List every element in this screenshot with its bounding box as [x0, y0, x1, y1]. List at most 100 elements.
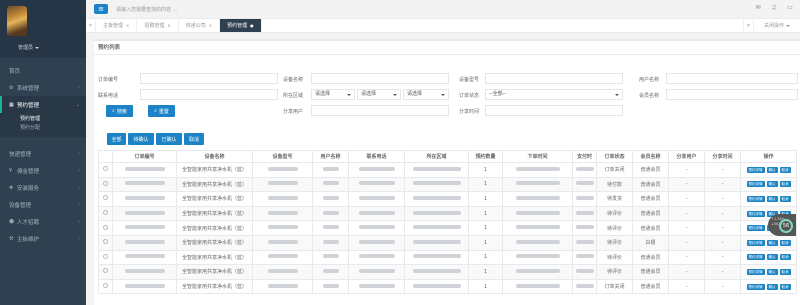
th-order-time[interactable]: 下单时间: [502, 150, 573, 163]
sidebar-item-system[interactable]: ⚙ 系统管理 ‹: [0, 79, 86, 96]
row-radio[interactable]: [103, 224, 108, 230]
share-user-input[interactable]: [311, 105, 449, 116]
network-speed-widget[interactable]: ↑1.3K/s ↓0K/s 56: [768, 214, 796, 236]
detail-button[interactable]: 预约详情: [746, 239, 765, 246]
username-input[interactable]: [666, 73, 798, 84]
cancel-button[interactable]: 取消: [779, 268, 791, 275]
cancel-button[interactable]: 取消: [779, 254, 791, 261]
city-select[interactable]: 请选择: [357, 89, 401, 100]
sidebar-item-reservation[interactable]: ▦ 预约管理 ⌄: [0, 96, 86, 113]
detail-button[interactable]: 预约详情: [746, 283, 765, 290]
avatar[interactable]: [7, 6, 27, 36]
sidebar-item-commission[interactable]: ¥ 佣金管理 ‹: [0, 162, 86, 179]
sidebar-item-device[interactable]: 设备管理 ‹: [0, 196, 86, 213]
row-radio[interactable]: [103, 283, 108, 289]
fullscreen-icon[interactable]: ▭: [786, 4, 794, 12]
device-model-input[interactable]: [485, 73, 623, 84]
tabs-scroll-right-button[interactable]: »: [742, 19, 753, 32]
row-radio[interactable]: [103, 195, 108, 201]
menu-toggle-button[interactable]: ≡: [94, 4, 108, 14]
close-icon[interactable]: ●: [250, 23, 254, 28]
tab-recruit[interactable]: 招聘管理 ✕: [137, 19, 179, 32]
sidebar-item-home[interactable]: 首页: [0, 62, 86, 79]
search-button[interactable]: ⌕ 搜索: [106, 105, 133, 117]
user-role-dropdown[interactable]: 管理员: [18, 44, 40, 51]
th-device-name[interactable]: 设备名称: [176, 150, 253, 163]
table-row[interactable]: 全智能家用共享净水机（蓝）1待评价普通会员--预约详情确认取消: [98, 264, 797, 280]
global-search-input[interactable]: 请输入您需要查找的内容 …: [116, 6, 178, 13]
th-share-time[interactable]: 分享时间: [704, 150, 741, 163]
share-time-input[interactable]: [485, 105, 623, 116]
filter-confirmed-button[interactable]: 已确认: [156, 133, 182, 145]
province-select[interactable]: 请选择: [311, 89, 355, 100]
sidebar-item-express[interactable]: 快递管理 ‹: [0, 145, 86, 162]
row-radio[interactable]: [103, 166, 108, 172]
confirm-button[interactable]: 确认: [766, 181, 778, 188]
reset-button[interactable]: ⌕ 重置: [148, 105, 175, 117]
table-row[interactable]: 全智能家用共享净水机（蓝） 1 订单关闭 普通会员 - - 预约详情 确认 取消: [98, 162, 797, 178]
cancel-button[interactable]: 取消: [779, 283, 791, 290]
table-row[interactable]: 全智能家用共享净水机（蓝）1待评价普通会员--预约详情确认取消: [98, 205, 797, 222]
detail-button[interactable]: 预约详情: [746, 254, 765, 261]
device-name-input[interactable]: [311, 73, 449, 84]
tab-reservation[interactable]: 预约管理 ●: [220, 19, 262, 32]
mail-icon[interactable]: ✉: [754, 4, 762, 12]
table-row[interactable]: 全智能家用共享净水机（蓝）1待评价普通会员--预约详情确认取消: [98, 249, 797, 266]
row-radio[interactable]: [103, 268, 108, 274]
th-member[interactable]: 会员名称: [632, 150, 669, 163]
th-device-model[interactable]: 设备型号: [252, 150, 313, 163]
tab-board[interactable]: 主板管理 ✕: [96, 19, 138, 32]
filter-cancel-button[interactable]: 取消: [184, 133, 204, 145]
th-share-user[interactable]: 分享用户: [668, 150, 705, 163]
detail-button[interactable]: 预约详情: [746, 166, 765, 173]
confirm-button[interactable]: 确认: [766, 195, 778, 202]
th-phone[interactable]: 联系电话: [348, 150, 405, 163]
row-radio[interactable]: [103, 239, 108, 245]
detail-button[interactable]: 预约详情: [746, 195, 765, 202]
confirm-button[interactable]: 确认: [766, 283, 778, 290]
th-qty[interactable]: 预约数量: [468, 150, 503, 163]
tab-ops-dropdown[interactable]: 关闭操作: [752, 19, 800, 32]
table-row[interactable]: 全智能家用共享净水机（蓝） 1 待发货 普通会员 - - 预约详情 确认 取消: [98, 191, 797, 207]
cancel-button[interactable]: 取消: [779, 181, 791, 188]
table-row[interactable]: 全智能家用共享净水机（蓝）1待评价普通会员--预约详情确认取消: [98, 220, 797, 236]
th-order-no[interactable]: 订单编号: [112, 150, 177, 163]
row-radio[interactable]: [103, 253, 108, 259]
row-radio[interactable]: [103, 180, 108, 186]
detail-button[interactable]: 预约详情: [746, 181, 765, 188]
sidebar-item-install[interactable]: ✚ 安装服务 ‹: [0, 179, 86, 196]
sidebar-subitem-reservation-assign[interactable]: 预约分配: [20, 124, 86, 133]
district-select[interactable]: 请选择: [403, 89, 449, 100]
cancel-button[interactable]: 取消: [779, 166, 791, 173]
detail-button[interactable]: 预约详情: [746, 268, 765, 275]
order-no-input[interactable]: [140, 73, 278, 84]
bell-icon[interactable]: ♫: [770, 4, 778, 12]
tabs-scroll-left-button[interactable]: «: [86, 19, 96, 32]
cancel-button[interactable]: 取消: [779, 195, 791, 202]
th-region[interactable]: 所在区域: [404, 150, 469, 163]
th-username[interactable]: 用户名称: [312, 150, 349, 163]
confirm-button[interactable]: 确认: [766, 254, 778, 261]
th-status[interactable]: 订单状态: [596, 150, 633, 163]
close-icon[interactable]: ✕: [167, 23, 170, 28]
table-row[interactable]: 全智能家用共享净水机（蓝） 1 待评价 白银 - - 预约详情 确认 取消: [98, 234, 797, 251]
confirm-button[interactable]: 确认: [766, 268, 778, 275]
th-pay-time[interactable]: 支付时: [572, 150, 597, 163]
detail-button[interactable]: 预约详情: [746, 225, 765, 232]
member-name-input[interactable]: [666, 89, 798, 100]
phone-input[interactable]: [140, 89, 278, 100]
row-radio[interactable]: [103, 210, 108, 216]
sidebar-item-recruit[interactable]: ☻ 人才招聘 ‹: [0, 213, 86, 230]
close-icon[interactable]: ✕: [209, 23, 212, 28]
confirm-button[interactable]: 确认: [766, 239, 778, 246]
sidebar-subitem-reservation-manage[interactable]: 预约管理: [20, 115, 86, 124]
filter-all-button[interactable]: 全部: [107, 133, 126, 145]
close-icon[interactable]: ✕: [126, 23, 129, 28]
tab-express[interactable]: 快递公司 ✕: [179, 19, 221, 32]
sidebar-item-board[interactable]: ⚒ 主板维护 ‹: [0, 230, 86, 247]
table-row[interactable]: 全智能家用共享净水机（蓝） 1 待付款 普通会员 - - 预约详情 确认 取消: [98, 176, 797, 193]
confirm-button[interactable]: 确认: [766, 166, 778, 173]
filter-pending-button[interactable]: 待确认: [128, 133, 154, 145]
table-row[interactable]: 全智能家用共享净水机（蓝） 1 订单关闭 普通会员 - - 预约详情 确认 取消: [98, 278, 797, 295]
detail-button[interactable]: 预约详情: [746, 210, 765, 217]
